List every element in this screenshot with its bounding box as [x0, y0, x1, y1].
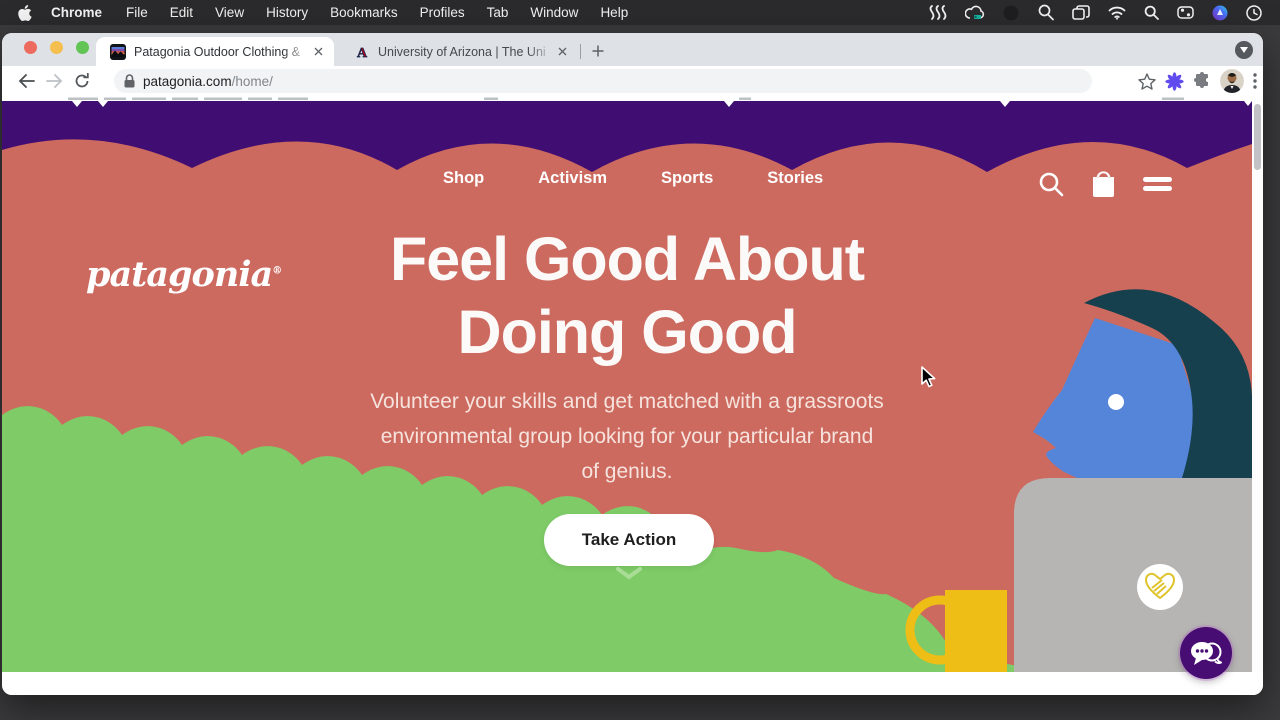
- menu-item-profiles[interactable]: Profiles: [409, 0, 476, 25]
- nav-stories[interactable]: Stories: [767, 169, 823, 188]
- wifi-icon[interactable]: [1108, 6, 1126, 20]
- color-app-icon[interactable]: [1212, 5, 1228, 21]
- main-navigation: Shop Activism Sports Stories: [443, 169, 823, 188]
- tab-university-arizona[interactable]: A University of Arizona | The Uni: [340, 37, 578, 66]
- nav-sports[interactable]: Sports: [661, 169, 713, 188]
- minimize-window-button[interactable]: [50, 41, 63, 54]
- arizona-favicon-icon: A: [354, 44, 370, 60]
- menu-item-file[interactable]: File: [115, 0, 159, 25]
- url-path: /home/: [232, 74, 273, 89]
- tab-strip: Patagonia Outdoor Clothing & A Universit…: [2, 33, 1263, 66]
- kebab-menu-icon[interactable]: [1253, 73, 1257, 89]
- menu-item-help[interactable]: Help: [589, 0, 639, 25]
- hero-subtitle: Volunteer your skills and get matched wi…: [2, 384, 1252, 489]
- menu-item-history[interactable]: History: [255, 0, 319, 25]
- menu-item-chrome[interactable]: Chrome: [38, 0, 115, 25]
- patagonia-favicon-icon: [110, 44, 126, 60]
- menu-status-icons: [929, 4, 1262, 21]
- control-center-icon[interactable]: [1177, 6, 1194, 19]
- lock-icon: [124, 74, 135, 88]
- page-scrollbar[interactable]: [1252, 96, 1263, 672]
- reload-button[interactable]: [68, 67, 96, 95]
- tab-title: University of Arizona | The Uni: [378, 45, 554, 59]
- macos-menu-bar: Chrome File Edit View History Bookmarks …: [0, 0, 1280, 25]
- scroll-down-chevron-icon[interactable]: [615, 567, 643, 580]
- signal-waves-icon[interactable]: [929, 5, 947, 20]
- extension-flower-icon[interactable]: [1165, 72, 1184, 91]
- tab-separator: [580, 44, 581, 59]
- creative-cloud-icon[interactable]: [965, 5, 985, 21]
- url-domain: patagonia.com: [143, 74, 232, 89]
- tab-patagonia[interactable]: Patagonia Outdoor Clothing &: [96, 37, 334, 66]
- menu-item-tab[interactable]: Tab: [476, 0, 520, 25]
- menu-item-edit[interactable]: Edit: [159, 0, 204, 25]
- bookmark-star-icon[interactable]: [1138, 73, 1156, 90]
- close-window-button[interactable]: [24, 41, 37, 54]
- tab-search-button[interactable]: [1235, 41, 1253, 59]
- take-action-button[interactable]: Take Action: [544, 514, 714, 566]
- apple-menu-icon[interactable]: [18, 5, 32, 21]
- menu-item-bookmarks[interactable]: Bookmarks: [319, 0, 409, 25]
- profile-avatar[interactable]: [1220, 69, 1244, 93]
- nav-shop[interactable]: Shop: [443, 169, 484, 188]
- scrollbar-thumb[interactable]: [1254, 104, 1261, 170]
- back-button[interactable]: [12, 67, 40, 95]
- svg-text:A: A: [357, 46, 368, 60]
- extensions-puzzle-icon[interactable]: [1193, 72, 1211, 90]
- browser-window: Patagonia Outdoor Clothing & A Universit…: [2, 33, 1263, 695]
- browser-toolbar: patagonia.com/home/: [2, 66, 1263, 96]
- chat-widget-button[interactable]: [1180, 627, 1232, 679]
- tab-close-icon[interactable]: [554, 44, 570, 60]
- fullscreen-window-button[interactable]: [76, 41, 89, 54]
- hero-title: Feel Good About Doing Good: [2, 223, 1252, 369]
- spotlight-search-icon[interactable]: [1144, 5, 1159, 20]
- page-viewport: patagonia® Shop Activism Sports Stories …: [2, 96, 1263, 695]
- tab-close-icon[interactable]: [310, 44, 326, 60]
- nav-activism[interactable]: Activism: [538, 169, 607, 188]
- menu-item-view[interactable]: View: [204, 0, 255, 25]
- search-icon[interactable]: [1038, 171, 1064, 197]
- zoom-magnifier-icon[interactable]: [1037, 4, 1054, 21]
- new-tab-button[interactable]: [588, 41, 608, 61]
- dimmed-app-icon[interactable]: [1003, 5, 1019, 21]
- screen-mirroring-icon[interactable]: [1072, 5, 1090, 20]
- menu-item-window[interactable]: Window: [519, 0, 589, 25]
- cart-bag-icon[interactable]: [1091, 170, 1116, 197]
- forward-button[interactable]: [40, 67, 68, 95]
- tab-title: Patagonia Outdoor Clothing &: [134, 45, 310, 59]
- address-bar[interactable]: patagonia.com/home/: [114, 69, 1092, 93]
- action-works-sticker: [1137, 564, 1183, 610]
- clock-icon[interactable]: [1246, 5, 1262, 21]
- hamburger-menu-icon[interactable]: [1143, 176, 1172, 192]
